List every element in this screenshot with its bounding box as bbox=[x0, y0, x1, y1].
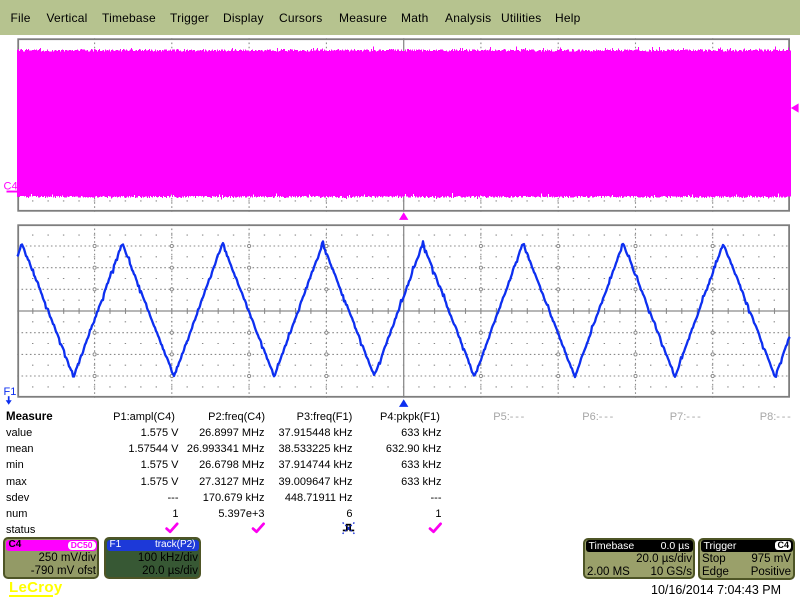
svg-text:F1: F1 bbox=[4, 386, 17, 398]
